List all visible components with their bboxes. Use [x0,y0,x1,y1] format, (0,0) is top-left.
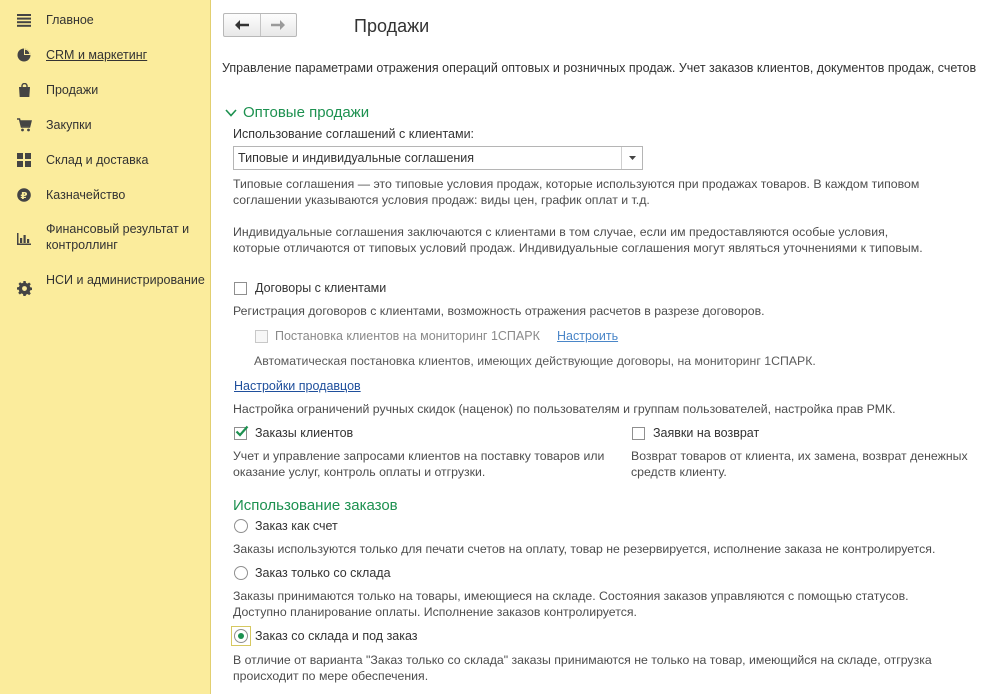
customer-orders-label: Заказы клиентов [255,426,354,440]
shopping-bag-icon [16,82,32,98]
grid-icon [16,152,32,168]
back-button[interactable] [224,14,260,36]
sidebar-item-label: Склад и доставка [46,153,149,167]
sidebar-item-warehouse[interactable]: Склад и доставка [0,151,210,169]
sidebar-item-label: Казначейство [46,188,126,202]
monitoring-label: Постановка клиентов на мониторинг 1СПАРК [275,329,540,343]
checkmark-icon [235,425,249,437]
caret-down-icon [628,156,636,160]
sidebar-item-main[interactable]: Главное [0,11,210,29]
agreements-label: Использование соглашений с клиентами: [233,127,475,141]
sidebar-item-treasury[interactable]: ₽ Казначейство [0,186,210,204]
radio-label: Заказ как счет [255,519,338,533]
dropdown-button[interactable] [621,147,642,169]
section-toggle-wholesale[interactable]: Оптовые продажи [225,104,369,121]
radio-label: Заказ со склада и под заказ [255,629,418,643]
gear-icon [16,280,32,296]
agreements-select[interactable]: Типовые и индивидуальные соглашения [233,146,643,170]
agreements-note-typical: Типовые соглашения — это типовые условия… [233,177,920,207]
chevron-down-icon [225,108,237,117]
sidebar-item-financial-result[interactable]: Финансовый результат и контроллинг [0,221,210,255]
radio-note: Заказы используются только для печати сч… [233,542,936,556]
cart-icon [16,117,32,133]
radio-selected-dot [238,633,244,639]
forward-button[interactable] [259,14,297,36]
sidebar-item-label: CRM и маркетинг [46,48,148,62]
section-title: Оптовые продажи [243,104,370,121]
page-description: Управление параметрами отражения операци… [222,61,977,75]
return-requests-label: Заявки на возврат [653,426,760,440]
menu-icon [16,12,32,28]
contracts-label: Договоры с клиентами [255,281,387,295]
return-requests-note: Возврат товаров от клиента, их замена, в… [631,449,968,479]
sellers-settings-link[interactable]: Настройки продавцов [234,379,361,393]
sidebar-item-label: Закупки [46,118,92,132]
sidebar-item-label: Финансовый результат и контроллинг [46,222,190,252]
bar-chart-icon [16,231,32,247]
monitoring-note: Автоматическая постановка клиентов, имею… [254,354,816,368]
radio-order-from-stock-and-to-order[interactable] [234,629,248,643]
page-title: Продажи [354,16,430,36]
arrow-left-icon [234,20,249,30]
sidebar-item-purchases[interactable]: Закупки [0,116,210,134]
sidebar-item-label: Главное [46,13,94,27]
sellers-note: Настройка ограничений ручных скидок (нац… [233,402,896,416]
orders-usage-title: Использование заказов [233,497,398,514]
history-nav [223,13,297,37]
radio-note: В отличие от варианта "Заказ только со с… [233,653,932,683]
contracts-checkbox[interactable] [234,282,247,295]
radio-label: Заказ только со склада [255,566,391,580]
sidebar-item-label: НСИ и администрирование [46,273,205,287]
customer-orders-checkbox[interactable] [234,425,249,440]
agreements-note-individual: Индивидуальные соглашения заключаются с … [233,225,923,255]
ruble-icon: ₽ [16,187,32,203]
contracts-note: Регистрация договоров с клиентами, возмо… [233,304,765,318]
sidebar: Главное CRM и маркетинг Продажи Закупки … [0,0,211,694]
arrow-right-icon [271,20,286,30]
sidebar-item-admin[interactable]: НСИ и администрирование [0,272,210,306]
svg-text:₽: ₽ [21,191,28,202]
main-panel: Продажи Управление параметрами отражения… [211,0,998,694]
sidebar-item-crm[interactable]: CRM и маркетинг [0,46,210,64]
monitoring-setup-link[interactable]: Настроить [557,329,618,343]
radio-note: Заказы принимаются только на товары, име… [233,589,909,619]
sidebar-item-label: Продажи [46,83,99,97]
monitoring-checkbox[interactable] [255,330,268,343]
pie-chart-icon [16,47,32,63]
radio-order-from-stock[interactable] [234,566,248,580]
return-requests-checkbox[interactable] [632,427,645,440]
customer-orders-note: Учет и управление запросами клиентов на … [233,449,605,479]
radio-order-as-invoice[interactable] [234,519,248,533]
sidebar-item-sales[interactable]: Продажи [0,81,210,99]
agreements-select-value: Типовые и индивидуальные соглашения [238,151,475,165]
